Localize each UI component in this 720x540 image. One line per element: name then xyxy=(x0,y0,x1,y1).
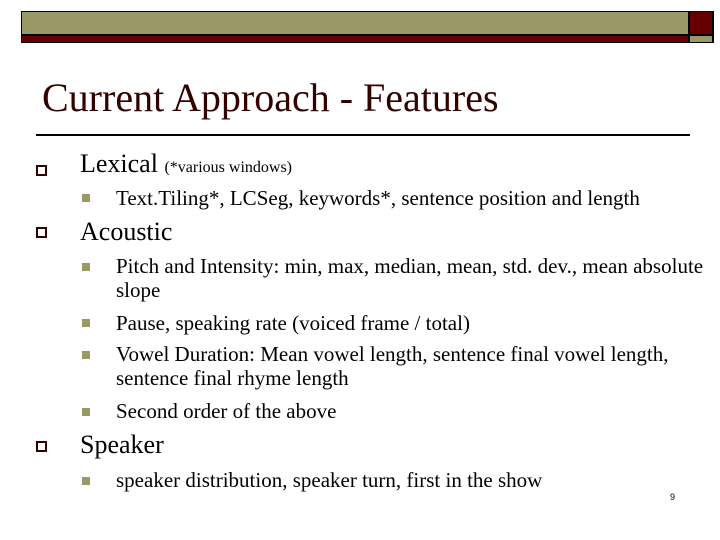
filled-square-bullet-icon xyxy=(82,319,90,327)
section-heading-acoustic: Acoustic xyxy=(80,219,172,245)
header-olive-band xyxy=(22,12,688,34)
list-item: speaker distribution, speaker turn, firs… xyxy=(116,468,543,492)
header-decoration-bar xyxy=(21,11,714,43)
title-underline xyxy=(36,134,690,136)
list-item: Text.Tiling*, LCSeg, keywords*, sentence… xyxy=(116,186,640,210)
header-olive-square xyxy=(690,36,712,42)
hollow-square-bullet-icon xyxy=(36,441,47,452)
filled-square-bullet-icon xyxy=(82,477,90,485)
filled-square-bullet-icon xyxy=(82,351,90,359)
hollow-square-bullet-icon xyxy=(36,227,47,238)
filled-square-bullet-icon xyxy=(82,408,90,416)
filled-square-bullet-icon xyxy=(82,194,90,202)
slide-title: Current Approach - Features xyxy=(42,75,499,120)
section-heading-lexical: Lexical (*various windows) xyxy=(80,151,292,177)
section-note: (*various windows) xyxy=(164,159,292,176)
header-maroon-square xyxy=(690,12,712,34)
list-item: Second order of the above xyxy=(116,399,337,423)
filled-square-bullet-icon xyxy=(82,263,90,271)
page-number: 9 xyxy=(670,492,676,502)
section-heading-speaker: Speaker xyxy=(80,432,164,458)
section-heading-text: Lexical xyxy=(80,149,158,178)
section-heading-text: Speaker xyxy=(80,430,164,459)
list-item: Pause, speaking rate (voiced frame / tot… xyxy=(116,311,470,335)
hollow-square-bullet-icon xyxy=(36,165,47,176)
list-item: Vowel Duration: Mean vowel length, sente… xyxy=(116,342,669,390)
list-item: Pitch and Intensity: min, max, median, m… xyxy=(116,254,704,302)
header-maroon-band xyxy=(22,36,688,42)
section-heading-text: Acoustic xyxy=(80,217,173,246)
